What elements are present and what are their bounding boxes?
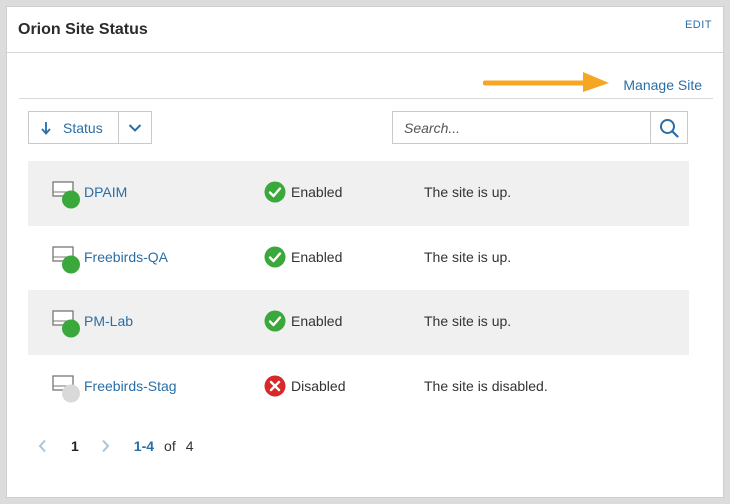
pagination: 1 1-4 of 4 <box>38 436 194 456</box>
status-text: Enabled <box>291 313 343 329</box>
pagination-of-label: of <box>164 438 176 454</box>
chevron-right-icon <box>102 439 110 453</box>
sort-status-button[interactable]: Status <box>29 112 119 143</box>
search-box <box>392 111 688 144</box>
site-row: DPAIM Enabled The site is up. <box>28 161 689 226</box>
site-up-icon <box>52 181 80 209</box>
site-up-icon <box>52 245 80 273</box>
status-cell: Enabled <box>264 246 342 268</box>
status-text: Enabled <box>291 248 343 265</box>
annotation-arrow-icon <box>483 72 609 92</box>
site-row: PM-Lab Enabled The site is up. <box>28 290 689 355</box>
panel-header: Orion Site Status EDIT <box>7 7 723 53</box>
site-name-link[interactable]: Freebirds-Stag <box>84 378 177 394</box>
panel-title: Orion Site Status <box>18 21 148 38</box>
status-cell: Enabled <box>264 310 342 332</box>
site-up-icon <box>52 310 80 338</box>
status-text: Enabled <box>291 184 343 200</box>
sort-control: Status <box>28 111 152 144</box>
search-icon <box>660 118 679 138</box>
pagination-total: 4 <box>185 438 194 454</box>
site-row: Freebirds-Stag Disabled The site is disa… <box>28 355 689 420</box>
site-disabled-icon <box>52 374 80 402</box>
status-cell: Disabled <box>264 375 345 397</box>
manage-site-link[interactable]: Manage Site <box>623 77 702 93</box>
search-button[interactable] <box>650 112 687 143</box>
site-description: The site is up. <box>424 313 512 329</box>
next-page-button[interactable] <box>101 439 110 453</box>
sort-label: Status <box>63 119 103 136</box>
site-list: DPAIM Enabled The site is up. Freebirds-… <box>28 161 689 419</box>
chevron-down-icon <box>128 123 142 132</box>
check-circle-icon <box>264 310 286 332</box>
edit-link[interactable]: EDIT <box>685 19 712 31</box>
check-circle-icon <box>264 246 286 268</box>
site-description: The site is up. <box>424 248 512 265</box>
site-description: The site is up. <box>424 184 512 200</box>
site-row: Freebirds-QA Enabled The site is up. <box>28 226 689 291</box>
site-name-link[interactable]: PM-Lab <box>84 313 133 329</box>
manage-row: Manage Site <box>19 53 713 99</box>
sort-down-arrow-icon <box>41 121 51 135</box>
search-input[interactable] <box>393 112 650 143</box>
x-circle-icon <box>264 375 286 397</box>
page-range-selector[interactable]: 1-4 <box>134 438 154 454</box>
status-text: Disabled <box>291 377 346 394</box>
site-description: The site is disabled. <box>424 377 548 394</box>
chevron-left-icon <box>38 439 46 453</box>
status-cell: Enabled <box>264 181 342 203</box>
prev-page-button[interactable] <box>38 439 47 453</box>
site-name-link[interactable]: DPAIM <box>84 184 127 200</box>
current-page: 1 <box>71 438 79 454</box>
site-name-link[interactable]: Freebirds-QA <box>84 249 168 265</box>
check-circle-icon <box>264 181 286 203</box>
sort-dropdown-toggle[interactable] <box>119 112 151 143</box>
